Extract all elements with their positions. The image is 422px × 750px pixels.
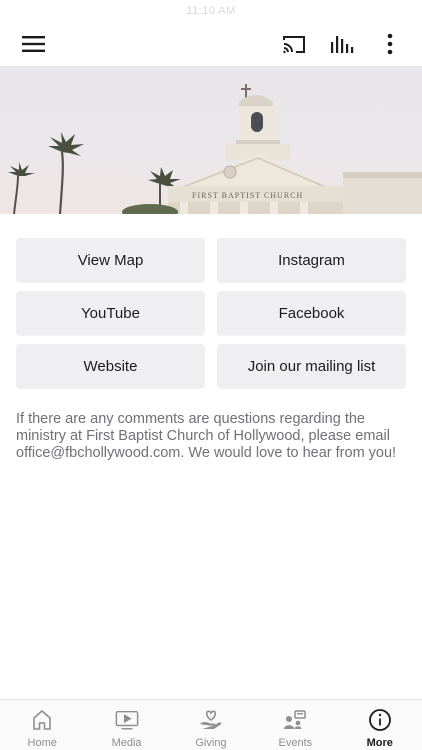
svg-text:FIRST BAPTIST CHURCH: FIRST BAPTIST CHURCH <box>192 191 303 200</box>
hamburger-menu-icon[interactable] <box>20 30 48 58</box>
home-icon <box>30 708 54 732</box>
tab-giving[interactable]: Giving <box>169 700 253 750</box>
palm-trees <box>13 151 162 214</box>
top-app-bar <box>0 22 422 66</box>
tab-events-label: Events <box>278 737 313 749</box>
status-bar: 11:10 AM <box>0 0 422 22</box>
status-time: 11:10 AM <box>186 5 236 17</box>
vertical-dots-icon[interactable] <box>376 30 404 58</box>
church-building: FIRST BAPTIST CHURCH <box>122 84 422 214</box>
tab-more-label: More <box>366 737 393 749</box>
tab-media-label: Media <box>111 737 142 749</box>
tab-home[interactable]: Home <box>0 700 84 750</box>
contact-info-text: If there are any comments are questions … <box>16 411 397 461</box>
giving-hand-heart-icon <box>199 708 223 732</box>
info-circle-icon <box>368 708 392 732</box>
tab-media[interactable]: Media <box>85 700 169 750</box>
view-map-button[interactable]: View Map <box>16 238 205 282</box>
top-bar-actions <box>280 30 404 58</box>
instagram-button[interactable]: Instagram <box>217 238 406 282</box>
tab-home-label: Home <box>27 737 57 749</box>
tab-giving-label: Giving <box>195 737 227 749</box>
youtube-button[interactable]: YouTube <box>16 291 205 335</box>
facebook-button[interactable]: Facebook <box>217 291 406 335</box>
church-hero-image: FIRST BAPTIST CHURCH <box>0 66 422 214</box>
app-screen: 11:10 AM FIRST BAPTIST CHURCH View Map I… <box>0 0 422 750</box>
link-buttons-grid: View Map Instagram YouTube Facebook Webs… <box>16 238 406 388</box>
bottom-tab-bar: Home Media Giving Events More <box>0 699 422 750</box>
website-button[interactable]: Website <box>16 344 205 388</box>
media-play-icon <box>115 708 139 732</box>
tab-events[interactable]: Events <box>253 700 337 750</box>
tab-more[interactable]: More <box>338 700 422 750</box>
audio-bars-icon[interactable] <box>328 30 356 58</box>
mailing-list-button[interactable]: Join our mailing list <box>217 344 406 388</box>
events-icon <box>283 708 307 732</box>
cast-icon[interactable] <box>280 30 308 58</box>
